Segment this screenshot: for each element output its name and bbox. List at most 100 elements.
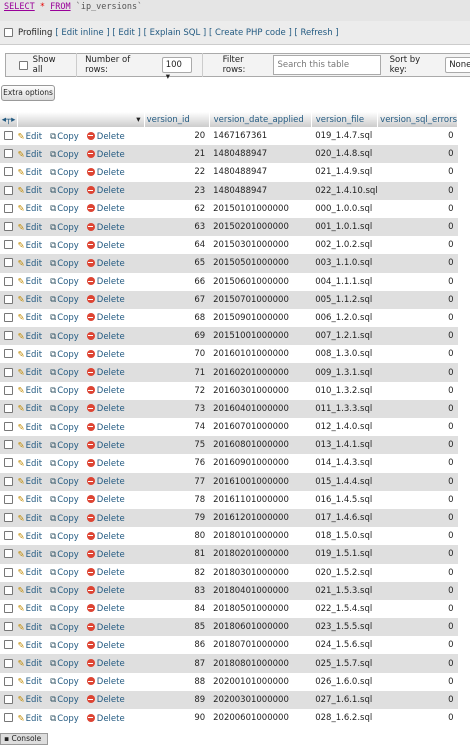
cell-version-file[interactable]: 023_1.5.5.sql xyxy=(311,618,378,637)
edit-action[interactable]: ✎Edit xyxy=(18,677,43,687)
cell-version-id[interactable]: 86 xyxy=(144,636,210,655)
cell-version-sql-errors[interactable]: 0 xyxy=(377,472,458,491)
table-row[interactable]: ✎Edit ⧉Copy Delete 86 20180701000000 024_1.5.… xyxy=(0,636,458,655)
copy-action[interactable]: ⧉Copy xyxy=(50,350,79,360)
cell-version-sql-errors[interactable]: 0 xyxy=(377,709,458,728)
cell-version-date-applied[interactable]: 20160101000000 xyxy=(209,345,312,364)
edit-action[interactable]: ✎Edit xyxy=(18,659,43,669)
cell-version-file[interactable]: 006_1.2.0.sql xyxy=(311,308,378,328)
cell-version-id[interactable]: 67 xyxy=(144,290,210,309)
table-row[interactable]: ✎Edit ⧉Copy Delete 69 20151001000000 007_1.2.… xyxy=(0,327,458,346)
cell-version-sql-errors[interactable]: 0 xyxy=(377,199,458,218)
cell-version-file[interactable]: 027_1.6.1.sql xyxy=(311,690,378,709)
cell-version-date-applied[interactable]: 20180301000000 xyxy=(209,563,312,582)
cell-version-file[interactable]: 008_1.3.0.sql xyxy=(311,345,378,364)
cell-version-id[interactable]: 73 xyxy=(144,399,210,418)
row-checkbox[interactable] xyxy=(4,185,14,195)
copy-action[interactable]: ⧉Copy xyxy=(50,241,79,251)
copy-action[interactable]: ⧉Copy xyxy=(50,568,79,578)
cell-version-sql-errors[interactable]: 0 xyxy=(377,127,458,146)
row-checkbox[interactable] xyxy=(4,349,14,359)
cell-version-sql-errors[interactable]: 0 xyxy=(377,563,458,582)
edit-action[interactable]: ✎Edit xyxy=(18,459,43,469)
cell-version-date-applied[interactable]: 20150601000000 xyxy=(209,272,312,291)
column-link[interactable]: version_date_applied xyxy=(214,115,304,125)
edit-action[interactable]: ✎Edit xyxy=(18,186,43,196)
cell-version-sql-errors[interactable]: 0 xyxy=(377,163,458,182)
cell-version-sql-errors[interactable]: 0 xyxy=(377,254,458,273)
cell-version-sql-errors[interactable]: 0 xyxy=(377,308,458,328)
delete-action[interactable]: Delete xyxy=(86,604,125,614)
cell-version-date-applied[interactable]: 20180401000000 xyxy=(209,581,312,600)
edit-action[interactable]: ✎Edit xyxy=(18,168,43,178)
cell-version-sql-errors[interactable]: 0 xyxy=(377,490,458,509)
cell-version-file[interactable]: 004_1.1.1.sql xyxy=(311,272,378,291)
delete-action[interactable]: Delete xyxy=(86,386,125,396)
copy-action[interactable]: ⧉Copy xyxy=(50,586,79,596)
column-resize-arrows-icon[interactable]: ◂┬▸ xyxy=(0,112,19,127)
cell-version-id[interactable]: 23 xyxy=(144,181,210,200)
cell-version-file[interactable]: 015_1.4.4.sql xyxy=(311,472,378,491)
delete-action[interactable]: Delete xyxy=(86,222,125,233)
copy-action[interactable]: ⧉Copy xyxy=(50,550,79,560)
edit-inline-link[interactable]: [ Edit inline ] xyxy=(55,28,109,38)
edit-action[interactable]: ✎Edit xyxy=(18,277,43,287)
delete-action[interactable]: Delete xyxy=(86,477,125,487)
edit-action[interactable]: ✎Edit xyxy=(18,604,43,614)
copy-action[interactable]: ⧉Copy xyxy=(50,277,79,287)
cell-version-id[interactable]: 77 xyxy=(144,472,210,491)
copy-action[interactable]: ⧉Copy xyxy=(50,150,79,160)
delete-action[interactable]: Delete xyxy=(86,331,125,342)
delete-action[interactable]: Delete xyxy=(86,349,125,360)
row-checkbox[interactable] xyxy=(4,367,14,377)
row-checkbox[interactable] xyxy=(4,222,14,232)
table-row[interactable]: ✎Edit ⧉Copy Delete 89 20200301000000 027_1.6.… xyxy=(0,690,458,709)
edit-action[interactable]: ✎Edit xyxy=(18,532,43,542)
cell-version-file[interactable]: 003_1.1.0.sql xyxy=(311,254,378,273)
column-header-version-sql-errors[interactable]: version_sql_errors xyxy=(377,112,458,127)
cell-version-date-applied[interactable]: 20151001000000 xyxy=(209,327,312,346)
copy-action[interactable]: ⧉Copy xyxy=(50,623,79,633)
create-php-code-link[interactable]: [ Create PHP code ] xyxy=(209,28,292,38)
cell-version-id[interactable]: 63 xyxy=(144,217,210,237)
cell-version-id[interactable]: 80 xyxy=(144,527,210,546)
row-checkbox[interactable] xyxy=(4,422,14,432)
row-checkbox[interactable] xyxy=(4,385,14,395)
row-checkbox[interactable] xyxy=(4,513,14,523)
cell-version-file[interactable]: 020_1.5.2.sql xyxy=(311,563,378,582)
cell-version-file[interactable]: 005_1.1.2.sql xyxy=(311,290,378,309)
cell-version-id[interactable]: 84 xyxy=(144,599,210,619)
cell-version-date-applied[interactable]: 20150701000000 xyxy=(209,290,312,309)
cell-version-file[interactable]: 020_1.4.8.sql xyxy=(311,145,378,164)
cell-version-sql-errors[interactable]: 0 xyxy=(377,454,458,473)
copy-action[interactable]: ⧉Copy xyxy=(50,659,79,669)
table-row[interactable]: ✎Edit ⧉Copy Delete 20 1467167361 019_1.4.7.sq… xyxy=(0,127,458,146)
row-checkbox[interactable] xyxy=(4,276,14,286)
column-header-version-id[interactable]: version_id xyxy=(144,112,210,127)
edit-action[interactable]: ✎Edit xyxy=(18,641,43,651)
cell-version-id[interactable]: 79 xyxy=(144,508,210,528)
cell-version-date-applied[interactable]: 20150501000000 xyxy=(209,254,312,273)
cell-version-date-applied[interactable]: 20150901000000 xyxy=(209,308,312,328)
cell-version-date-applied[interactable]: 20160301000000 xyxy=(209,381,312,400)
delete-action[interactable]: Delete xyxy=(86,204,125,214)
cell-version-sql-errors[interactable]: 0 xyxy=(377,181,458,200)
delete-action[interactable]: Delete xyxy=(86,531,125,542)
edit-action[interactable]: ✎Edit xyxy=(18,514,43,524)
delete-action[interactable]: Delete xyxy=(86,695,125,705)
table-row[interactable]: ✎Edit ⧉Copy Delete 65 20150501000000 003_1.1.… xyxy=(0,254,458,273)
cell-version-sql-errors[interactable]: 0 xyxy=(377,363,458,382)
row-checkbox[interactable] xyxy=(4,403,14,413)
cell-version-id[interactable]: 87 xyxy=(144,654,210,673)
search-input[interactable]: Search this table xyxy=(273,55,381,75)
cell-version-date-applied[interactable]: 20150101000000 xyxy=(209,199,312,218)
copy-action[interactable]: ⧉Copy xyxy=(50,532,79,542)
cell-version-file[interactable]: 009_1.3.1.sql xyxy=(311,363,378,382)
table-row[interactable]: ✎Edit ⧉Copy Delete 77 20161001000000 015_1.4.… xyxy=(0,472,458,491)
cell-version-id[interactable]: 83 xyxy=(144,581,210,600)
cell-version-date-applied[interactable]: 20200301000000 xyxy=(209,690,312,709)
delete-action[interactable]: Delete xyxy=(86,458,125,469)
edit-action[interactable]: ✎Edit xyxy=(18,241,43,251)
cell-version-id[interactable]: 82 xyxy=(144,563,210,582)
delete-action[interactable]: Delete xyxy=(86,640,125,651)
